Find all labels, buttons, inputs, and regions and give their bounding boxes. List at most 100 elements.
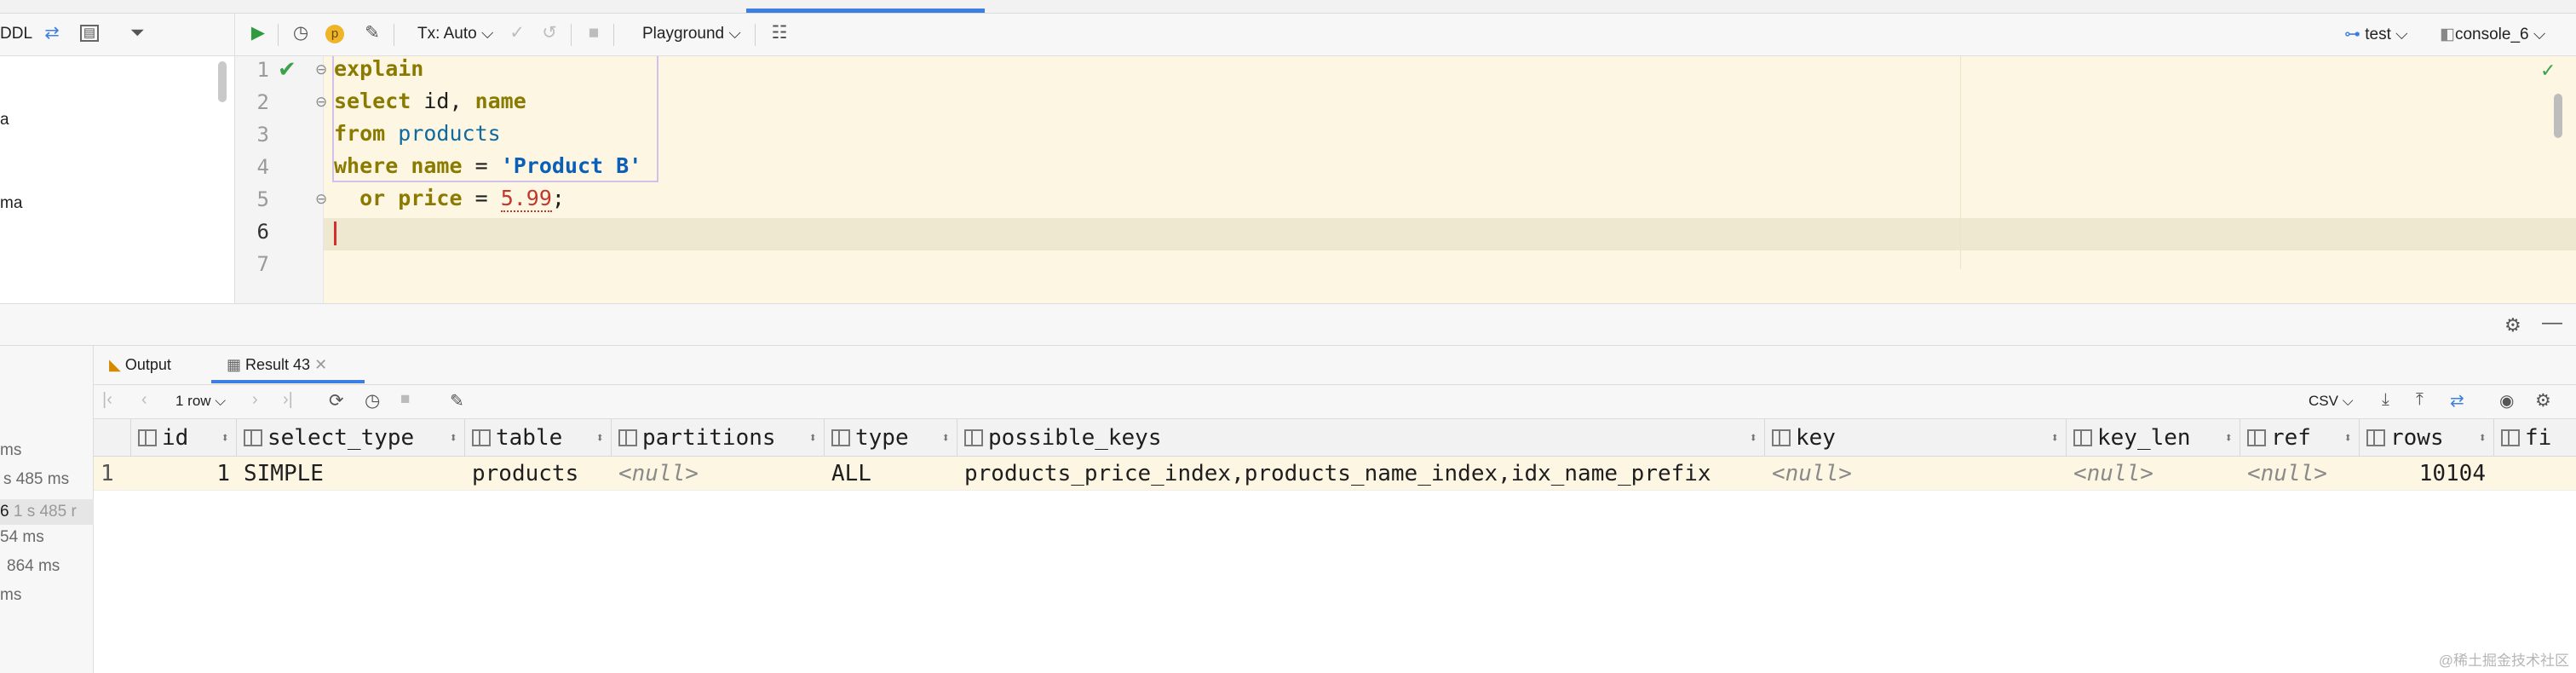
next-page-icon[interactable]: › [252, 390, 258, 410]
jump-to-source-icon[interactable]: ⇄ [41, 22, 63, 44]
cell-id[interactable]: 1 [131, 457, 237, 491]
console-selector[interactable]: ◧console_6 ⌵ [2440, 25, 2545, 44]
text-caret [334, 221, 336, 245]
cell-ref[interactable]: <null> [2240, 457, 2360, 491]
column-header-label: key [1796, 425, 1836, 451]
column-header-id[interactable]: id ⬍ [131, 419, 237, 457]
column-header-key[interactable]: key ⬍ [1765, 419, 2067, 457]
cell-key-len[interactable]: <null> [2067, 457, 2240, 491]
eye-icon[interactable]: ◉ [2499, 390, 2514, 411]
download-icon[interactable]: ⤓ [2382, 390, 2389, 410]
refresh-icon[interactable]: ⟳ [329, 390, 344, 411]
table-view-icon[interactable]: ▤ [80, 25, 99, 42]
compare-icon[interactable]: ⇄ [2450, 390, 2464, 411]
stop-icon[interactable]: ■ [583, 22, 605, 44]
tree-item[interactable]: a [0, 111, 9, 129]
editor-scrollbar[interactable] [2554, 94, 2562, 138]
ddl-button[interactable]: DDL [0, 25, 32, 43]
tree-scrollbar[interactable] [218, 61, 227, 102]
rollback-icon[interactable]: ↺ [538, 22, 561, 44]
last-page-icon[interactable]: ›| [283, 390, 293, 410]
cell-type[interactable]: ALL [825, 457, 957, 491]
chevron-down-icon: ⌵ [210, 393, 227, 409]
sort-icon[interactable]: ⬍ [1749, 419, 1757, 457]
history-item[interactable]: 54 ms [0, 528, 44, 547]
sort-icon[interactable]: ⬍ [221, 419, 229, 457]
export-format-dropdown[interactable]: CSV ⌵ [2309, 393, 2354, 410]
transaction-mode-dropdown[interactable]: Tx: Auto ⌵ [417, 25, 493, 43]
commit-check-icon[interactable]: ✓ [506, 22, 528, 44]
cell-partitions[interactable]: <null> [612, 457, 825, 491]
fold-toggle-icon[interactable]: ⊖ [315, 61, 327, 78]
sort-icon[interactable]: ⬍ [2050, 419, 2059, 457]
sort-icon[interactable]: ⬍ [595, 419, 604, 457]
keyword-token: name [411, 153, 463, 178]
column-header-rows[interactable]: rows ⬍ [2360, 419, 2494, 457]
column-icon [2073, 429, 2092, 446]
first-page-icon[interactable]: |‹ [102, 390, 112, 410]
stop-icon[interactable]: ■ [400, 390, 410, 409]
column-icon [2366, 429, 2385, 446]
column-header-filtered[interactable]: fi [2494, 419, 2576, 457]
explain-plan-icon[interactable]: p [325, 25, 344, 43]
history-item[interactable]: ms [0, 441, 21, 460]
sort-icon[interactable]: ⬍ [449, 419, 457, 457]
editor-tab-strip [0, 0, 2576, 14]
gear-icon[interactable]: ⚙ [2535, 390, 2551, 411]
tab-result[interactable]: ▦ Result 43 ✕ [227, 356, 327, 374]
history-item[interactable]: s 485 ms [3, 470, 69, 489]
previous-page-icon[interactable]: ‹ [141, 390, 147, 410]
column-header-key-len[interactable]: key_len ⬍ [2067, 419, 2240, 457]
keyword-token: name [474, 89, 526, 113]
execute-run-icon[interactable]: ▶ [247, 22, 269, 44]
gear-icon[interactable]: ⚙ [2504, 314, 2521, 336]
settings-wrench-icon[interactable]: ✎ [361, 22, 383, 44]
row-count-dropdown[interactable]: 1 row ⌵ [175, 393, 226, 410]
fold-end-icon[interactable]: ⊖ [315, 191, 327, 208]
table-token: products [385, 121, 501, 146]
pin-icon[interactable]: ✎ [450, 390, 464, 411]
toolbar-separator [755, 24, 756, 46]
column-header-possible-keys[interactable]: possible_keys ⬍ [957, 419, 1765, 457]
column-icon [1772, 429, 1791, 446]
fold-toggle-icon[interactable]: ⊖ [315, 94, 327, 111]
line-number: 4 [256, 155, 269, 179]
tab-output[interactable]: ◣ Output [109, 356, 171, 374]
results-tab-bar: ◣ Output ▦ Result 43 ✕ [94, 346, 2576, 385]
column-header-type[interactable]: type ⬍ [825, 419, 957, 457]
line-number: 2 [256, 90, 269, 114]
watermark: @稀土掘金技术社区 [2438, 653, 2569, 669]
history-item[interactable]: 864 ms [7, 557, 60, 576]
cell-key[interactable]: <null> [1765, 457, 2067, 491]
column-header-select-type[interactable]: select_type ⬍ [237, 419, 465, 457]
history-clock-icon[interactable]: ◷ [290, 22, 312, 44]
playground-mode-dropdown[interactable]: Playground ⌵ [642, 25, 741, 43]
cell-select-type[interactable]: SIMPLE [237, 457, 465, 491]
column-header-partitions[interactable]: partitions ⬍ [612, 419, 825, 457]
close-icon[interactable]: ✕ [310, 356, 327, 373]
table-icon: ▦ [227, 356, 246, 373]
upload-icon[interactable]: ⤒ [2416, 390, 2424, 410]
cell-rows[interactable]: 10104 [2360, 457, 2494, 491]
sort-icon[interactable]: ⬍ [941, 419, 950, 457]
history-item-selected[interactable]: 6 1 s 485 r [0, 499, 94, 525]
tree-item[interactable]: ma [0, 194, 22, 213]
column-header-table[interactable]: table ⬍ [465, 419, 612, 457]
sort-icon[interactable]: ⬍ [2343, 419, 2352, 457]
cell-table[interactable]: products [465, 457, 612, 491]
datasource-selector[interactable]: ⊶ test ⌵ [2344, 25, 2408, 44]
sort-icon[interactable]: ⬍ [2224, 419, 2233, 457]
column-icon [2501, 429, 2520, 446]
code-line: select id, name [334, 89, 526, 113]
query-history-icon[interactable]: ◷ [365, 390, 380, 411]
chevron-down-icon: ⌵ [724, 25, 741, 43]
column-header-ref[interactable]: ref ⬍ [2240, 419, 2360, 457]
minimize-icon[interactable]: — [2542, 311, 2562, 335]
sort-icon[interactable]: ⬍ [2478, 419, 2487, 457]
column-header-label: possible_keys [988, 425, 1162, 451]
output-table-icon[interactable]: ☷ [768, 22, 791, 44]
sort-icon[interactable]: ⬍ [808, 419, 817, 457]
filter-icon[interactable]: ⏷ [126, 22, 148, 44]
cell-possible-keys[interactable]: products_price_index,products_name_index… [957, 457, 1765, 491]
history-item[interactable]: ms [0, 586, 21, 605]
